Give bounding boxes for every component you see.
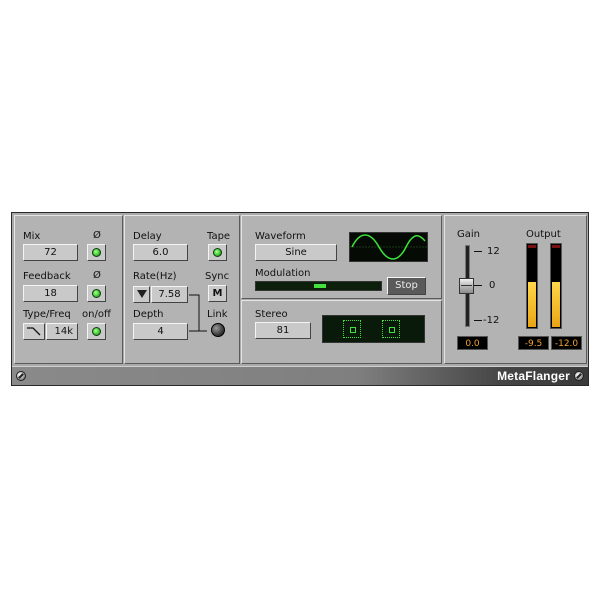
left-screw-icon [16, 371, 26, 381]
modulation-label: Modulation [255, 268, 311, 279]
gain-output-panel: Gain 12 0 -12 0.0 Output -9.5 -12.0 [444, 215, 587, 364]
mix-feedback-panel: Mix Ø 72 Feedback Ø 18 Type/Freq on/off … [14, 215, 123, 364]
output-meter-right [550, 243, 562, 329]
sync-label: Sync [205, 271, 230, 282]
output-readout-right: -12.0 [551, 336, 582, 350]
gain-scale-mid: 0 [489, 280, 496, 291]
depth-value-field[interactable]: 4 [133, 323, 188, 340]
rate-label: Rate(Hz) [133, 271, 177, 282]
tape-label: Tape [207, 231, 231, 242]
output-meter-right-fill [552, 281, 560, 327]
triangle-down-icon [136, 290, 147, 298]
right-screw-icon [574, 371, 584, 381]
gain-tick-top [474, 251, 482, 252]
waveform-label: Waveform [255, 231, 306, 242]
filter-onoff-label: on/off [82, 309, 111, 320]
feedback-phase-toggle[interactable] [87, 285, 106, 302]
mix-phase-label: Ø [93, 230, 101, 241]
sine-wave-icon [350, 234, 427, 260]
mix-phase-toggle[interactable] [87, 244, 106, 261]
delay-value-field[interactable]: 6.0 [133, 244, 188, 261]
filter-freq-field[interactable]: 14k [46, 323, 78, 340]
waveform-display [349, 232, 428, 262]
delay-label: Delay [133, 231, 162, 242]
type-freq-label: Type/Freq [23, 309, 71, 320]
gain-slider-handle[interactable] [459, 278, 474, 294]
output-meter-left-fill [528, 281, 536, 327]
mix-value-field[interactable]: 72 [23, 244, 78, 261]
gain-scale-bottom: -12 [483, 315, 500, 326]
modulation-stop-button[interactable]: Stop [387, 277, 426, 295]
gain-readout: 0.0 [457, 336, 488, 350]
waveform-modulation-panel: Waveform Sine Modulation Stop [241, 215, 442, 299]
stereo-display [322, 315, 425, 343]
plugin-footer: MetaFlanger [12, 366, 588, 385]
stereo-value-field[interactable]: 81 [255, 322, 311, 339]
output-label: Output [526, 229, 561, 240]
stereo-panel: Stereo 81 [241, 300, 442, 364]
output-readout-left: -9.5 [518, 336, 549, 350]
modulation-indicator [314, 284, 326, 288]
link-label: Link [207, 309, 228, 320]
gain-scale-top: 12 [487, 246, 500, 257]
feedback-value-field[interactable]: 18 [23, 285, 78, 302]
rate-value-field[interactable]: 7.58 [151, 286, 188, 303]
link-toggle[interactable] [211, 323, 225, 337]
filter-type-button[interactable] [23, 323, 45, 340]
tape-toggle[interactable] [208, 244, 227, 261]
feedback-label: Feedback [23, 271, 71, 282]
stereo-label: Stereo [255, 309, 288, 320]
mix-label: Mix [23, 231, 41, 242]
feedback-phase-label: Ø [93, 270, 101, 281]
delay-rate-panel: Delay Tape 6.0 Rate(Hz) Sync 7.58 M Dept… [124, 215, 240, 364]
link-bracket-line [189, 294, 207, 332]
stereo-left-indicator [343, 320, 361, 338]
gain-tick-mid [474, 285, 482, 286]
rate-dropdown-button[interactable] [133, 286, 150, 303]
filter-onoff-toggle[interactable] [87, 323, 106, 340]
sync-mode-button[interactable]: M [208, 285, 227, 302]
lowpass-filter-icon [27, 327, 41, 336]
gain-label: Gain [457, 229, 480, 240]
depth-label: Depth [133, 309, 164, 320]
metaflanger-plugin: Mix Ø 72 Feedback Ø 18 Type/Freq on/off … [11, 212, 589, 386]
waveform-select-button[interactable]: Sine [255, 244, 337, 261]
stereo-right-indicator [382, 320, 400, 338]
plugin-title: MetaFlanger [497, 369, 570, 383]
output-meter-left [526, 243, 538, 329]
modulation-meter [255, 281, 382, 291]
gain-tick-bottom [474, 320, 482, 321]
